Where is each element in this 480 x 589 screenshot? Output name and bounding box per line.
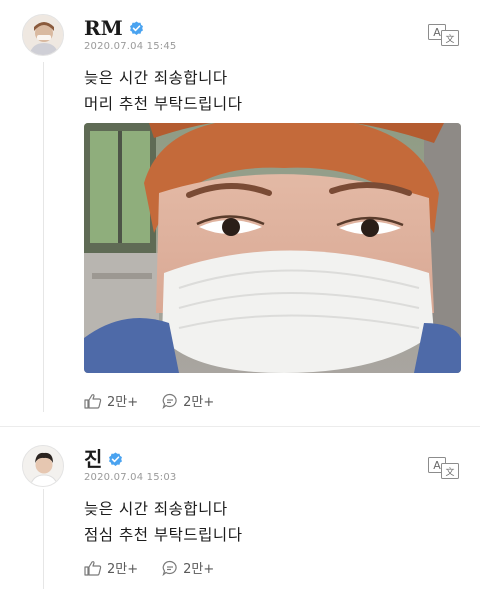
comment-bubble-icon: [162, 393, 177, 409]
author-name[interactable]: 진: [84, 449, 123, 469]
comment-count: 2만+: [183, 395, 215, 410]
post-text-line: 늦은 시간 죄송합니다: [84, 69, 228, 87]
thread-line: [43, 62, 44, 412]
avatar-photo-icon: [23, 15, 63, 55]
comment-count: 2만+: [183, 562, 215, 577]
like-button[interactable]: 2만+: [84, 391, 138, 410]
like-hand-icon: [84, 560, 102, 576]
post-photo[interactable]: [84, 123, 461, 373]
avatar[interactable]: [22, 445, 64, 487]
verified-check-icon: [129, 20, 143, 35]
svg-text:A: A: [433, 26, 441, 39]
post-1: RM 2020.07.04 15:45 A 文 늦은 시간 죄송합니다 머리 추…: [0, 0, 480, 425]
comment-bubble-icon: [162, 560, 177, 576]
comment-button[interactable]: 2만+: [162, 391, 214, 410]
verified-check-icon: [109, 451, 123, 466]
thread-line: [43, 489, 44, 589]
post-actions: 2만+ 2만+: [84, 558, 214, 577]
avatar[interactable]: [22, 14, 64, 56]
post-actions: 2만+ 2만+: [84, 391, 214, 410]
translate-icon[interactable]: A 文: [428, 24, 460, 46]
svg-text:文: 文: [445, 466, 454, 478]
author-name-text: 진: [84, 447, 103, 471]
post-timestamp: 2020.07.04 15:03: [84, 472, 177, 483]
post-text-line: 점심 추천 부탁드립니다: [84, 526, 243, 544]
svg-text:A: A: [433, 459, 441, 472]
post-text-line: 늦은 시간 죄송합니다: [84, 500, 228, 518]
like-count: 2만+: [107, 395, 139, 410]
post-text-line: 머리 추천 부탁드립니다: [84, 95, 243, 113]
like-hand-icon: [84, 393, 102, 409]
author-name-text: RM: [84, 16, 123, 40]
post-timestamp: 2020.07.04 15:45: [84, 41, 177, 52]
like-button[interactable]: 2만+: [84, 558, 138, 577]
comment-button[interactable]: 2만+: [162, 558, 214, 577]
post-2: 진 2020.07.04 15:03 A 文 늦은 시간 죄송합니다 점심 추천…: [0, 427, 480, 589]
avatar-photo-icon: [23, 446, 63, 486]
author-name[interactable]: RM: [84, 18, 144, 38]
selfie-photo-image: [84, 123, 461, 373]
like-count: 2만+: [107, 562, 139, 577]
translate-icon[interactable]: A 文: [428, 457, 460, 479]
svg-text:文: 文: [445, 33, 454, 45]
